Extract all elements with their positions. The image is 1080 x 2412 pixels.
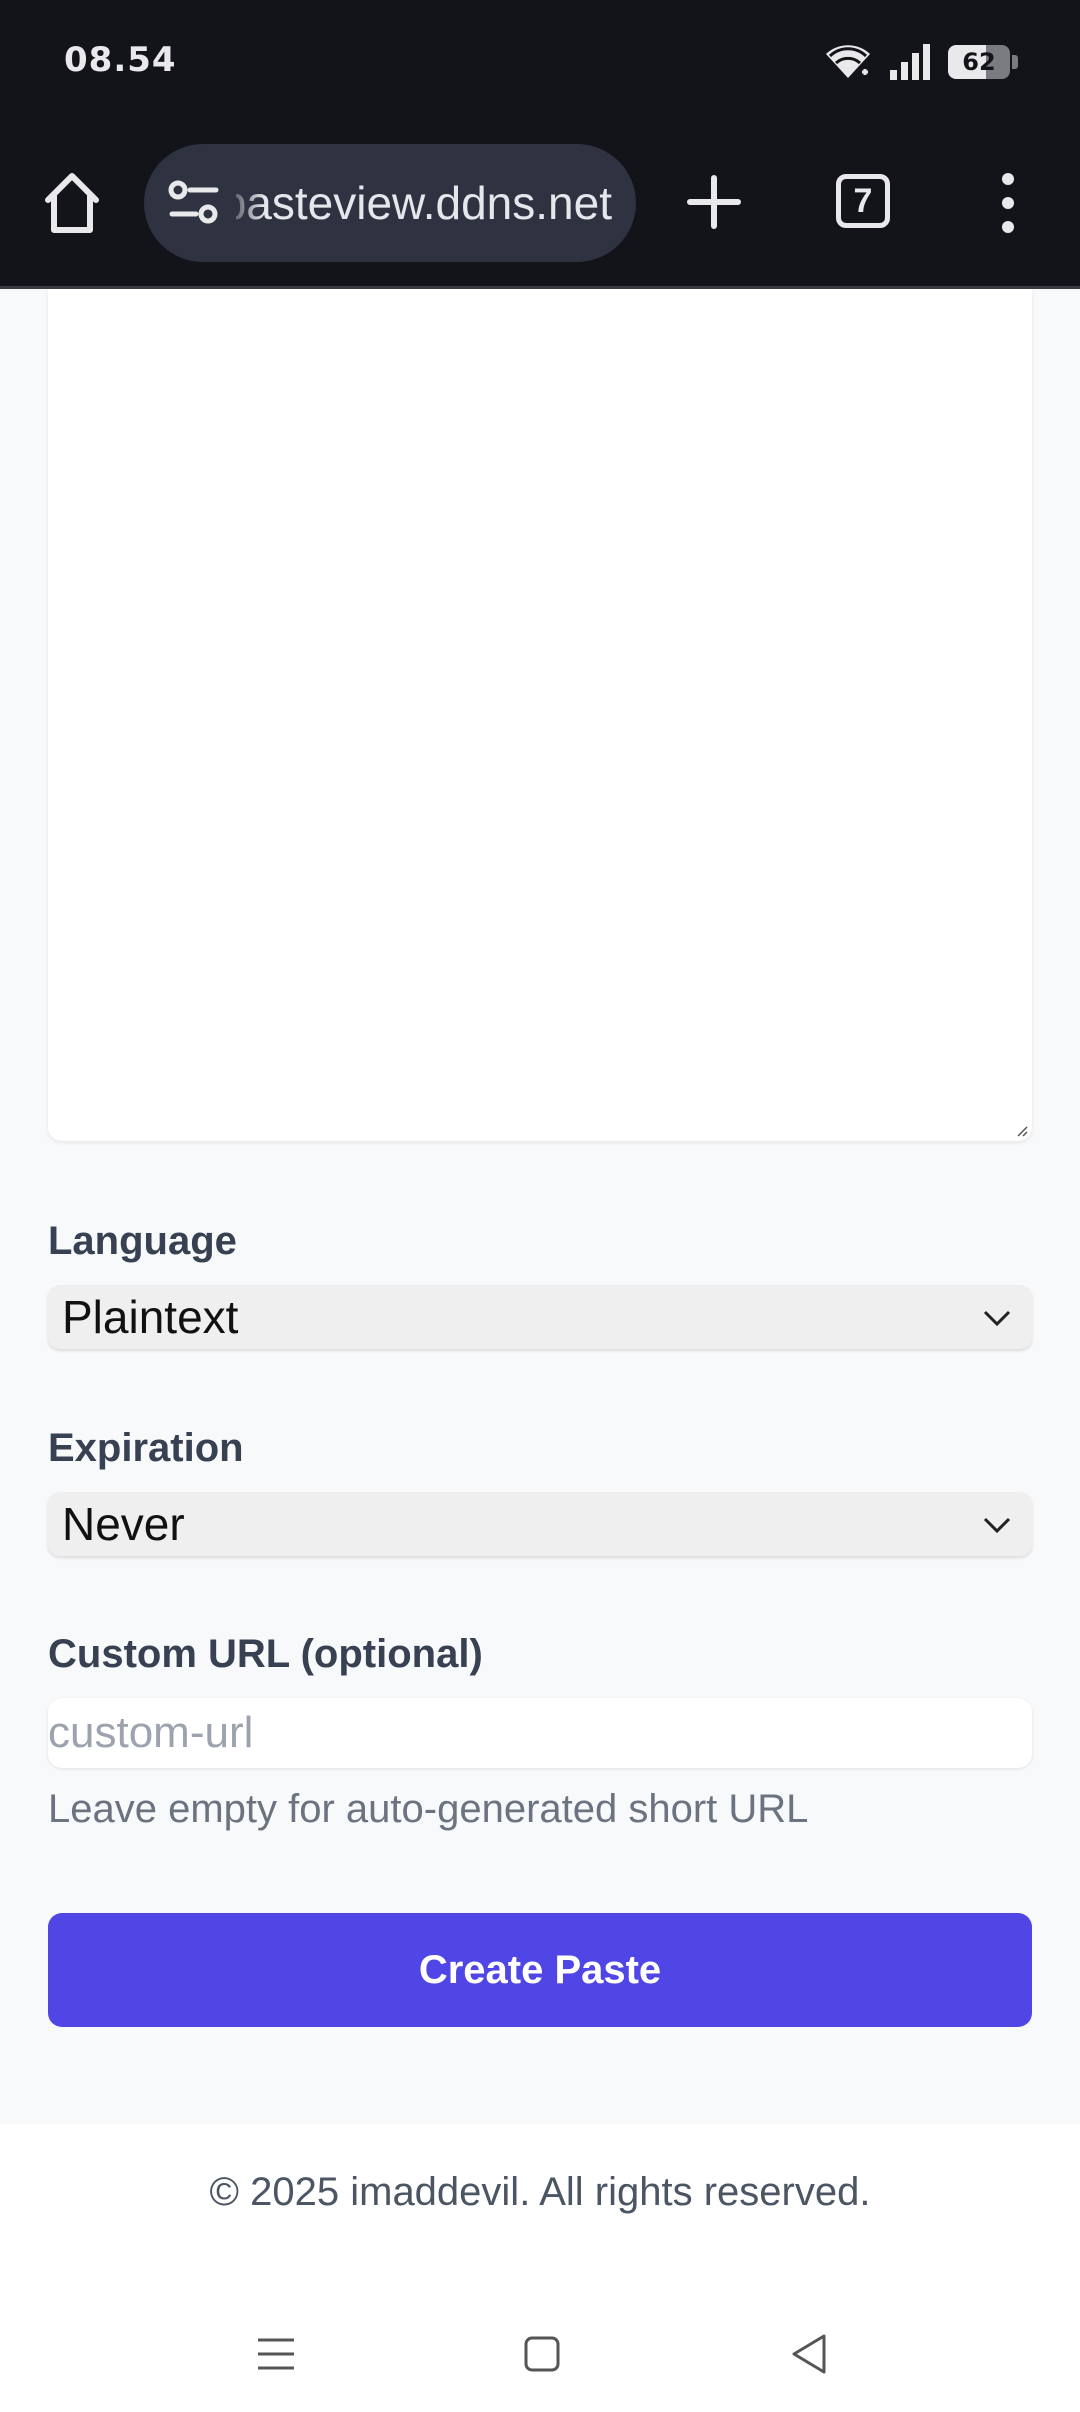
battery-tip [1012,55,1018,69]
address-bar[interactable]: pasteview.ddns.net [144,144,636,262]
tab-switcher-icon[interactable]: 7 [836,174,890,228]
language-select[interactable]: Plaintext [48,1285,1032,1349]
custom-url-label: Custom URL (optional) [48,1632,483,1676]
recents-icon[interactable] [246,2324,306,2384]
language-label: Language [48,1219,237,1263]
expiration-select-value: Never [62,1498,185,1550]
footer: © 2025 imaddevil. All rights reserved. [0,2124,1080,2294]
new-tab-icon[interactable] [684,172,744,232]
expiration-label: Expiration [48,1426,244,1470]
create-paste-button[interactable]: Create Paste [48,1913,1032,2027]
custom-url-placeholder: custom-url [48,1708,254,1757]
paste-content-textarea[interactable] [48,289,1032,1141]
wifi-icon [826,45,870,78]
page-content: Language Plaintext Expiration Never Cust… [0,289,1080,2124]
language-select-value: Plaintext [62,1291,239,1343]
browser-toolbar: pasteview.ddns.net 7 [0,126,1080,289]
more-menu-icon[interactable] [990,170,1026,236]
home-icon[interactable] [40,166,104,238]
expiration-select[interactable]: Never [48,1492,1032,1556]
battery-icon: 62 [948,45,1010,79]
signal-icon [890,44,930,80]
status-time: 08.54 [64,40,177,80]
home-nav-icon[interactable] [512,2324,572,2384]
copyright-text: © 2025 imaddevil. All rights reserved. [209,2170,871,2214]
custom-url-input[interactable]: custom-url [48,1698,1032,1768]
url-fade [224,154,264,252]
tab-count: 7 [853,182,873,220]
url-text: pasteview.ddns.net [236,177,612,229]
site-settings-icon[interactable] [166,178,222,228]
chevron-down-icon [983,1517,1011,1534]
back-icon[interactable] [780,2324,840,2384]
system-nav-bar [0,2294,1080,2412]
chevron-down-icon [983,1310,1011,1327]
custom-url-hint: Leave empty for auto-generated short URL [48,1787,809,1831]
battery-text: 62 [962,48,996,76]
resize-grip-icon[interactable] [1016,1125,1028,1137]
status-icons: 62 [822,38,1018,86]
status-bar: 08.54 62 [0,0,1080,126]
